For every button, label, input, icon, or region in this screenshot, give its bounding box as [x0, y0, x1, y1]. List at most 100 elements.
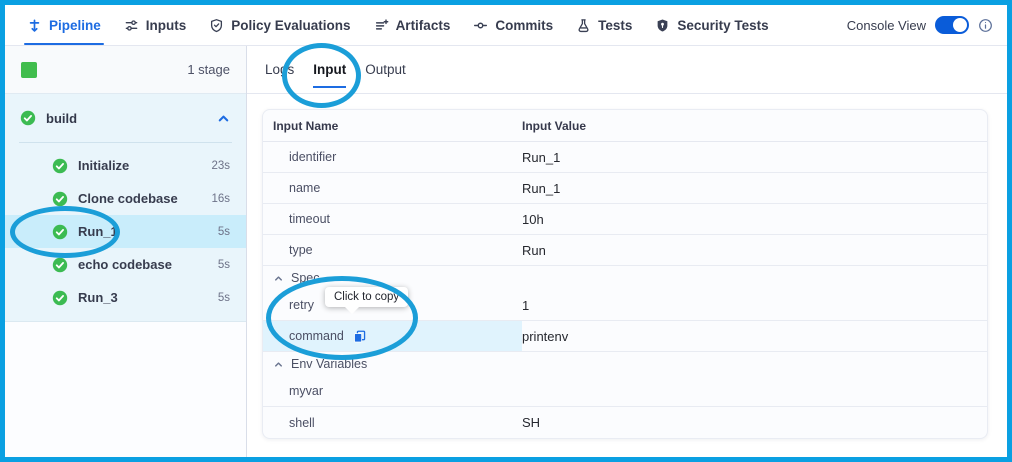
details-tab-bar: Logs Input Output: [247, 46, 1007, 94]
step-name: Run_3: [78, 290, 118, 305]
chevron-up-icon[interactable]: [216, 111, 231, 126]
chevron-up-icon: [273, 273, 284, 284]
nav-tab-inputs[interactable]: Inputs: [124, 5, 187, 45]
input-name: command: [289, 329, 344, 343]
nav-tab-pipeline[interactable]: Pipeline: [27, 5, 101, 45]
step-row-echo-codebase[interactable]: echo codebase 5s: [5, 248, 246, 281]
step-row-initialize[interactable]: Initialize23s: [5, 149, 246, 182]
tab-logs[interactable]: Logs: [265, 46, 294, 93]
pipeline-icon: [27, 18, 42, 33]
input-name-cell: command: [263, 321, 522, 351]
input-name-cell: shell: [263, 407, 522, 438]
input-name: shell: [289, 416, 315, 430]
tab-output[interactable]: Output: [365, 46, 406, 93]
step-details-panel: Logs Input Output Input Name Input Value i…: [247, 46, 1007, 457]
nav-tab-security-tests[interactable]: Security Tests: [655, 5, 768, 45]
input-name-cell: type: [263, 235, 522, 265]
console-view-control: Console View: [847, 16, 993, 34]
success-check-icon: [52, 158, 68, 174]
divider: [19, 142, 232, 143]
table-row-type: type Run: [263, 235, 987, 266]
stage-count-label: 1 stage: [187, 62, 230, 77]
policy-evaluations-icon: [209, 18, 224, 33]
input-name-cell: timeout: [263, 204, 522, 234]
nav-tabs: Pipeline Inputs Policy Evaluations Artifact…: [27, 5, 769, 45]
stage-status-square: [21, 62, 37, 78]
success-check-icon: [20, 110, 36, 126]
input-name: retry: [289, 298, 314, 312]
input-name-cell: identifier: [263, 142, 522, 172]
column-header-input-name: Input Name: [263, 119, 522, 133]
nav-tab-label: Artifacts: [396, 18, 451, 33]
input-value: printenv: [522, 329, 568, 344]
security-tests-icon: [655, 18, 670, 33]
sidebar-empty-area: [5, 322, 246, 457]
console-view-label: Console View: [847, 18, 926, 33]
input-name-cell: name: [263, 173, 522, 203]
step-duration: 5s: [218, 259, 230, 271]
step-row-clone-codebase[interactable]: Clone codebase 16s: [5, 182, 246, 215]
input-name: identifier: [289, 150, 336, 164]
top-nav: Pipeline Inputs Policy Evaluations Artifact…: [5, 5, 1007, 46]
nav-tab-label: Tests: [598, 18, 632, 33]
input-value: Run_1: [522, 150, 560, 165]
tab-input[interactable]: Input: [313, 46, 346, 93]
tab-label: Output: [365, 62, 406, 77]
nav-tab-tests[interactable]: Tests: [576, 5, 632, 45]
copy-icon[interactable]: [352, 329, 367, 344]
nav-tab-label: Pipeline: [49, 18, 101, 33]
nav-tab-label: Commits: [495, 18, 553, 33]
step-duration: 5s: [218, 292, 230, 304]
table-row-shell: shell SH: [263, 407, 987, 438]
table-row-myvar: myvar: [263, 376, 987, 407]
input-value: Run_1: [522, 181, 560, 196]
step-duration: 16s: [211, 193, 230, 205]
step-duration: 5s: [218, 226, 230, 238]
nav-tab-label: Security Tests: [677, 18, 768, 33]
tab-label: Input: [313, 62, 346, 77]
step-list: Initialize23sClone codebase16sRun_15sech…: [5, 149, 246, 314]
console-view-toggle[interactable]: [935, 16, 969, 34]
toggle-knob: [953, 18, 967, 32]
stage-name: build: [46, 111, 77, 126]
step-name: Run_1: [78, 224, 118, 239]
input-value: 10h: [522, 212, 544, 227]
sidebar-header: 1 stage: [5, 46, 246, 94]
tab-label: Logs: [265, 62, 294, 77]
section-label: Spec: [291, 271, 320, 285]
column-header-input-value: Input Value: [522, 119, 586, 133]
input-table: Input Name Input Value identifierRun_1na…: [262, 109, 988, 439]
input-name: type: [289, 243, 313, 257]
nav-tab-commits[interactable]: Commits: [473, 5, 553, 45]
nav-tab-label: Policy Evaluations: [231, 18, 350, 33]
step-name: Clone codebase: [78, 191, 178, 206]
commits-icon: [473, 18, 488, 33]
input-name: name: [289, 181, 320, 195]
table-row-name: name Run_1: [263, 173, 987, 204]
input-value: SH: [522, 415, 540, 430]
table-row-timeout: timeout 10h: [263, 204, 987, 235]
execution-sidebar: 1 stage build Initialize23sClone codebas…: [5, 46, 247, 457]
input-name-cell: myvar: [263, 376, 522, 406]
step-name: Initialize: [78, 158, 129, 173]
content-area: 1 stage build Initialize23sClone codebas…: [5, 46, 1007, 457]
nav-tab-artifacts[interactable]: Artifacts: [374, 5, 451, 45]
step-name: echo codebase: [78, 257, 172, 272]
step-row-run-3[interactable]: Run_3 5s: [5, 281, 246, 314]
table-row-identifier: identifier Run_1: [263, 142, 987, 173]
table-row-command: command printenv: [263, 321, 987, 352]
nav-tab-policy-evaluations[interactable]: Policy Evaluations: [209, 5, 350, 45]
artifacts-icon: [374, 18, 389, 33]
tests-icon: [576, 18, 591, 33]
input-name: myvar: [289, 384, 323, 398]
section-row-env-variables[interactable]: Env Variables: [263, 352, 987, 376]
input-value: Run: [522, 243, 546, 258]
success-check-icon: [52, 191, 68, 207]
step-row-run-1[interactable]: Run_1 5s: [5, 215, 246, 248]
table-header-row: Input Name Input Value: [263, 110, 987, 142]
stage-row-build[interactable]: build: [5, 94, 246, 142]
input-name: timeout: [289, 212, 330, 226]
stage-panel: build Initialize23s Clone codebase 16s Run_…: [5, 94, 246, 322]
info-icon[interactable]: [978, 18, 993, 33]
success-check-icon: [52, 257, 68, 273]
